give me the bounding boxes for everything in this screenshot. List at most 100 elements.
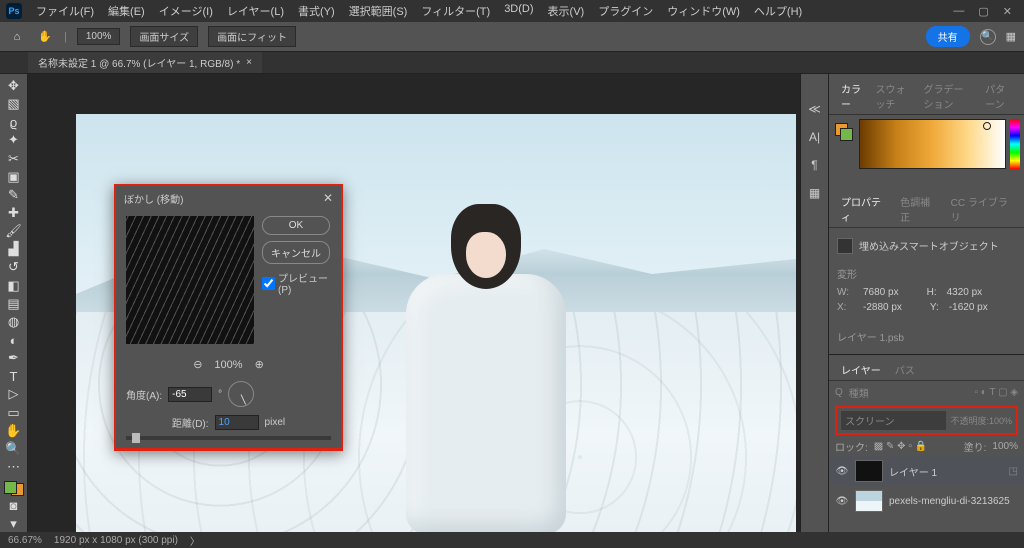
share-button[interactable]: 共有 — [926, 26, 970, 47]
workspace-icon[interactable]: ▦ — [1006, 30, 1016, 43]
visibility-icon[interactable]: 👁 — [835, 466, 849, 477]
history-brush-icon[interactable]: ↺ — [3, 259, 25, 275]
dialog-close-icon[interactable]: ✕ — [323, 191, 333, 205]
hand-tool-icon[interactable]: ✋ — [36, 28, 54, 46]
menu-view[interactable]: 表示(V) — [542, 0, 591, 22]
maximize-icon[interactable]: ▢ — [978, 5, 988, 18]
marquee-tool-icon[interactable]: ▧ — [3, 96, 25, 112]
opacity-value[interactable]: 100% — [989, 416, 1012, 426]
y-value[interactable]: -1620 px — [949, 302, 988, 313]
menu-plugins[interactable]: プラグイン — [592, 0, 659, 22]
home-icon[interactable]: ⌂ — [8, 28, 26, 46]
color-picker[interactable] — [859, 119, 1006, 169]
fit-screen-button[interactable]: 画面サイズ — [130, 26, 198, 47]
minimize-icon[interactable]: — — [953, 5, 964, 18]
menu-window[interactable]: ウィンドウ(W) — [661, 0, 746, 22]
zoom-tool-icon[interactable]: 🔍 — [3, 441, 25, 457]
history-panel-icon[interactable]: ≪ — [806, 100, 824, 118]
menu-edit[interactable]: 編集(E) — [102, 0, 151, 22]
color-swatch[interactable] — [4, 481, 24, 496]
blur-tool-icon[interactable]: ◍ — [3, 314, 25, 330]
menu-select[interactable]: 選択範囲(S) — [343, 0, 414, 22]
crop-tool-icon[interactable]: ✂ — [3, 151, 25, 167]
hue-slider[interactable] — [1010, 119, 1020, 169]
edit-toolbar-icon[interactable]: ⋯ — [3, 459, 25, 475]
document-tab[interactable]: 名称未設定 1 @ 66.7% (レイヤー 1, RGB/8) * × — [28, 52, 262, 73]
status-zoom[interactable]: 66.67% — [8, 535, 42, 546]
distance-input[interactable] — [215, 415, 259, 430]
preview-checkbox[interactable]: プレビュー(P) — [262, 270, 330, 296]
fill-value[interactable]: 100% — [992, 441, 1018, 452]
wand-tool-icon[interactable]: ✦ — [3, 132, 25, 148]
lock-icons[interactable]: ▩ ✎ ✥ ▫ 🔒 — [874, 441, 927, 452]
visibility-icon[interactable]: 👁 — [835, 496, 849, 507]
distance-label: 距離(D): — [172, 415, 209, 430]
eyedropper-tool-icon[interactable]: ✎ — [3, 187, 25, 203]
menu-layer[interactable]: レイヤー(L) — [221, 0, 290, 22]
x-value[interactable]: -2880 px — [863, 302, 902, 313]
layers-panel: レイヤー パス Q種類 ▫ ◐ T ▢ ◈ スクリーン 不透明度: 100% ロ… — [829, 354, 1024, 532]
zoom-in-icon[interactable]: ⊕ — [255, 358, 264, 371]
tab-color[interactable]: カラー — [835, 78, 867, 114]
angle-dial[interactable] — [228, 381, 254, 407]
layer-name[interactable]: pexels-mengliu-di-3213625 — [889, 496, 1010, 507]
paragraph-panel-icon[interactable]: ¶ — [806, 156, 824, 174]
menu-3d[interactable]: 3D(D) — [498, 0, 539, 22]
distance-slider[interactable] — [126, 436, 331, 440]
preview-zoom: 100% — [214, 359, 242, 371]
menu-file[interactable]: ファイル(F) — [30, 0, 100, 22]
blend-mode-select[interactable]: スクリーン — [841, 411, 946, 430]
eraser-tool-icon[interactable]: ◧ — [3, 278, 25, 294]
tab-properties[interactable]: プロパティ — [835, 191, 892, 227]
close-icon[interactable]: ✕ — [1003, 5, 1012, 18]
panel-color-swatch[interactable] — [835, 123, 853, 141]
search-icon[interactable]: 🔍 — [980, 29, 996, 45]
tab-close-icon[interactable]: × — [246, 57, 252, 68]
tab-gradients[interactable]: グラデーション — [918, 78, 978, 114]
angle-input[interactable] — [168, 387, 212, 402]
tab-swatches[interactable]: スウォッチ — [869, 78, 915, 114]
menu-image[interactable]: イメージ(I) — [153, 0, 219, 22]
gradient-tool-icon[interactable]: ▤ — [3, 296, 25, 312]
brush-tool-icon[interactable]: 🖌 — [3, 223, 25, 239]
layer-row[interactable]: 👁 レイヤー 1 ◳ — [829, 456, 1024, 486]
canvas-area[interactable]: ぼかし (移動) ✕ OK キャンセル プレビュー(P) ⊖ 100% ⊕ 角度… — [28, 74, 800, 532]
tab-layers[interactable]: レイヤー — [835, 359, 887, 380]
layer-filter-kind[interactable]: 種類 — [849, 385, 869, 400]
menu-type[interactable]: 書式(Y) — [292, 0, 341, 22]
options-bar: ⌂ ✋ | 100% 画面サイズ 画面にフィット 共有 🔍 ▦ — [0, 22, 1024, 52]
tab-paths[interactable]: パス — [889, 359, 921, 380]
layer-row[interactable]: 👁 pexels-mengliu-di-3213625 — [829, 486, 1024, 516]
cancel-button[interactable]: キャンセル — [262, 241, 330, 264]
tab-adjustments[interactable]: 色調補正 — [894, 191, 943, 227]
path-tool-icon[interactable]: ▷ — [3, 386, 25, 402]
menu-filter[interactable]: フィルター(T) — [415, 0, 496, 22]
tab-libraries[interactable]: CC ライブラリ — [945, 191, 1018, 227]
type-tool-icon[interactable]: T — [3, 368, 25, 384]
pen-tool-icon[interactable]: ✒ — [3, 350, 25, 366]
tab-patterns[interactable]: パターン — [979, 78, 1018, 114]
move-tool-icon[interactable]: ✥ — [3, 78, 25, 94]
fit-window-button[interactable]: 画面にフィット — [208, 26, 296, 47]
frame-tool-icon[interactable]: ▣ — [3, 169, 25, 185]
dodge-tool-icon[interactable]: ◐ — [3, 332, 25, 348]
width-value[interactable]: 7680 px — [863, 287, 899, 298]
zoom-out-icon[interactable]: ⊖ — [193, 358, 202, 371]
lasso-tool-icon[interactable]: ϱ — [3, 114, 25, 130]
app-logo: Ps — [6, 3, 22, 19]
quickmask-icon[interactable]: ◙ — [3, 498, 25, 514]
ok-button[interactable]: OK — [262, 216, 330, 235]
stamp-tool-icon[interactable]: ▟ — [3, 241, 25, 257]
character-panel-icon[interactable]: A| — [806, 128, 824, 146]
layer-name[interactable]: レイヤー 1 — [889, 464, 937, 479]
shape-tool-icon[interactable]: ▭ — [3, 405, 25, 421]
status-docinfo[interactable]: 1920 px x 1080 px (300 ppi) — [54, 535, 178, 546]
zoom-field[interactable]: 100% — [77, 28, 121, 45]
actions-panel-icon[interactable]: ▦ — [806, 184, 824, 202]
screenmode-icon[interactable]: ▾ — [3, 516, 25, 532]
dialog-preview[interactable] — [126, 216, 254, 344]
height-value[interactable]: 4320 px — [947, 287, 983, 298]
heal-tool-icon[interactable]: ✚ — [3, 205, 25, 221]
hand-nav-icon[interactable]: ✋ — [3, 423, 25, 439]
menu-help[interactable]: ヘルプ(H) — [748, 0, 808, 22]
